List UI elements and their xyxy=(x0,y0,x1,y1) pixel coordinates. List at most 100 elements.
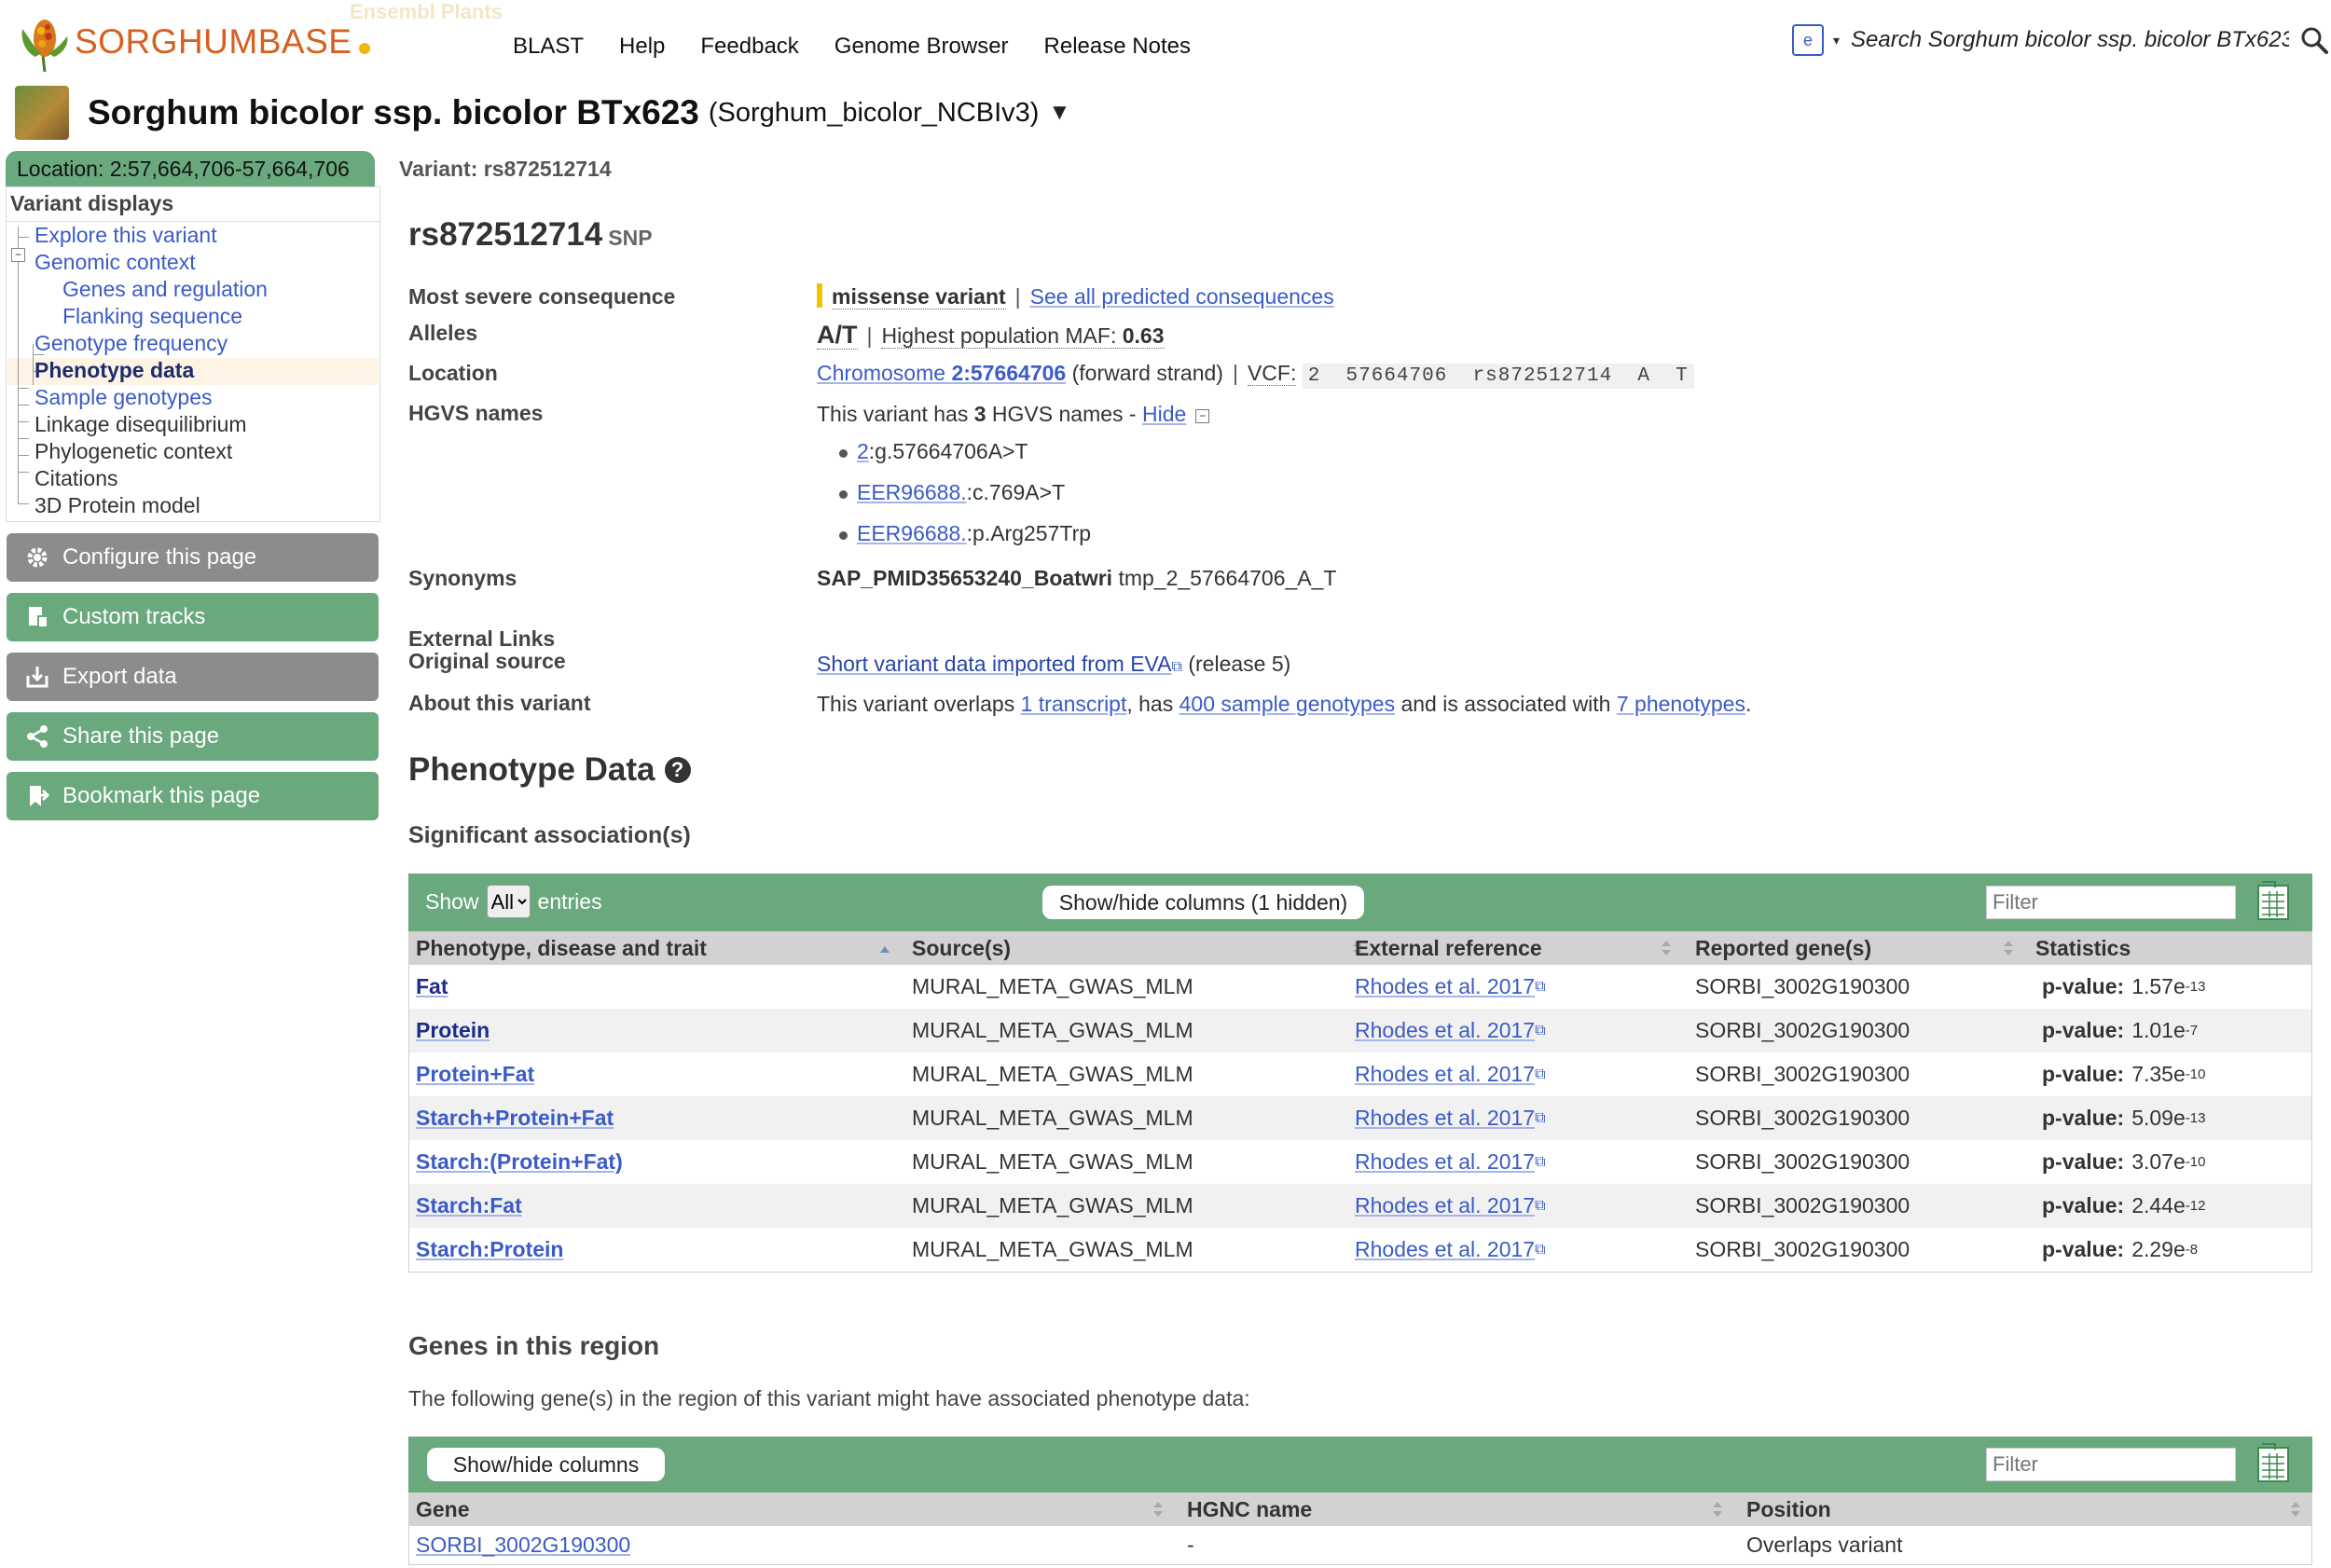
reference-link[interactable]: Rhodes et al. 2017 xyxy=(1355,1149,1535,1175)
col-statistics[interactable]: Statistics xyxy=(2035,931,2131,965)
about-variant-value: This variant overlaps 1 transcript, has … xyxy=(817,692,1752,716)
reference-link[interactable]: Rhodes et al. 2017 xyxy=(1355,974,1535,999)
hgvs-hide-link[interactable]: Hide xyxy=(1142,402,1186,426)
most-severe-value: missense variant | See all predicted conse… xyxy=(817,283,1334,309)
brand-name: SORGHUMBASE xyxy=(75,22,352,61)
reference-link[interactable]: Rhodes et al. 2017 xyxy=(1355,1018,1535,1043)
original-source-value: Short variant data imported from EVA⧉ (r… xyxy=(817,652,1291,676)
sidebar-item-genes-regulation[interactable]: Genes and regulation xyxy=(62,277,268,302)
see-all-consequences-link[interactable]: See all predicted consequences xyxy=(1030,284,1334,309)
trait-link[interactable]: Starch:(Protein+Fat) xyxy=(416,1149,623,1175)
species-dropdown-icon[interactable]: ▼ xyxy=(1048,100,1070,126)
genes-filter-input[interactable] xyxy=(1986,1448,2236,1481)
nav-feedback[interactable]: Feedback xyxy=(700,34,798,60)
col-source[interactable]: Source(s) xyxy=(912,931,1011,965)
reference-link[interactable]: Rhodes et al. 2017 xyxy=(1355,1062,1535,1087)
significant-associations-heading: Significant association(s) xyxy=(408,822,691,848)
phenotypes-link[interactable]: 7 phenotypes xyxy=(1617,692,1745,716)
reference-link[interactable]: Rhodes et al. 2017 xyxy=(1355,1106,1535,1131)
sidebar-item-genomic-context[interactable]: Genomic context xyxy=(34,250,196,275)
sort-asc-icon[interactable] xyxy=(879,937,890,959)
genes-table-toolbar: Show/hide columns xyxy=(408,1437,2312,1492)
col-gene[interactable]: Gene xyxy=(416,1492,470,1526)
genes-show-hide-columns-button[interactable]: Show/hide columns xyxy=(427,1448,665,1481)
share-page-button[interactable]: Share this page xyxy=(7,712,379,761)
search-source-icon[interactable]: e xyxy=(1792,24,1824,56)
gear-icon xyxy=(25,545,49,570)
phenotype-table-header: Phenotype, disease and trait Source(s) E… xyxy=(408,931,2312,965)
help-icon[interactable]: ? xyxy=(664,757,691,783)
transcript-link[interactable]: 1 transcript xyxy=(1021,692,1127,716)
collapse-icon[interactable]: − xyxy=(1195,409,1210,423)
external-link-icon: ⧉ xyxy=(1171,659,1182,675)
spreadsheet-export-icon[interactable] xyxy=(2256,1442,2290,1483)
nav-genome-browser[interactable]: Genome Browser xyxy=(834,34,1009,60)
trait-link[interactable]: Protein xyxy=(416,1018,490,1043)
collapse-icon[interactable]: − xyxy=(11,248,25,262)
col-reported-genes[interactable]: Reported gene(s) xyxy=(1695,931,1871,965)
show-hide-columns-button[interactable]: Show/hide columns (1 hidden) xyxy=(1042,886,1364,919)
col-external-reference[interactable]: External reference xyxy=(1355,931,1542,965)
bullet-icon xyxy=(839,490,848,499)
synonyms-label: Synonyms xyxy=(408,566,517,590)
col-phenotype[interactable]: Phenotype, disease and trait xyxy=(416,931,707,965)
species-header: Sorghum bicolor ssp. bicolor BTx623 (Sor… xyxy=(15,86,1070,140)
sidebar-item-genotype-frequency[interactable]: Genotype frequency xyxy=(34,331,228,356)
sort-icon[interactable] xyxy=(1712,1498,1723,1520)
col-hgnc-name[interactable]: HGNC name xyxy=(1187,1492,1312,1526)
sidebar-item-explore-variant[interactable]: Explore this variant xyxy=(34,223,217,248)
trait-link[interactable]: Starch:Protein xyxy=(416,1237,563,1262)
gene-link[interactable]: SORBI_3002G190300 xyxy=(416,1533,630,1558)
bookmark-page-button[interactable]: Bookmark this page xyxy=(7,772,379,820)
chromosome-link[interactable]: Chromosome 2:57664706 xyxy=(817,361,1066,385)
location-label: Location xyxy=(408,361,498,385)
nav-release-notes[interactable]: Release Notes xyxy=(1044,34,1191,60)
trait-link[interactable]: Protein+Fat xyxy=(416,1062,534,1087)
search-input[interactable] xyxy=(1849,26,2292,54)
synonyms-value: SAP_PMID35653240_Boatwri tmp_2_57664706_… xyxy=(817,566,1337,590)
external-link-icon: ⧉ xyxy=(1535,1109,1546,1126)
chevron-down-icon[interactable]: ▾ xyxy=(1833,33,1840,48)
bookmark-icon xyxy=(25,784,49,808)
phenotype-data-heading: Phenotype Data ? xyxy=(408,751,691,789)
sidebar-item-3d-protein-model: 3D Protein model xyxy=(34,493,200,517)
reference-link[interactable]: Rhodes et al. 2017 xyxy=(1355,1193,1535,1218)
alleles-value: A/T | Highest population MAF: 0.63 xyxy=(817,321,1165,350)
configure-page-button[interactable]: Configure this page xyxy=(7,533,379,582)
entries-select[interactable]: All xyxy=(486,885,531,918)
bullet-icon xyxy=(839,531,848,540)
sample-genotypes-link[interactable]: 400 sample genotypes xyxy=(1179,692,1395,716)
share-icon xyxy=(25,724,49,749)
table-row: Starch:Protein MURAL_META_GWAS_MLM Rhode… xyxy=(416,1237,2199,1262)
custom-tracks-button[interactable]: Custom tracks xyxy=(7,593,379,641)
trait-link[interactable]: Fat xyxy=(416,974,448,999)
hgvs-name-2: EER96688.:c.769A>T xyxy=(857,480,1066,504)
location-value: Chromosome 2:57664706 (forward strand) | V… xyxy=(817,361,1694,389)
reference-link[interactable]: Rhodes et al. 2017 xyxy=(1355,1237,1535,1262)
sort-icon[interactable] xyxy=(1152,1498,1164,1520)
sort-icon[interactable] xyxy=(1661,937,1672,959)
sidebar-item-phenotype-data[interactable]: Phenotype data xyxy=(34,358,194,383)
consequence-color-swatch xyxy=(817,283,822,308)
alleles-label: Alleles xyxy=(408,321,478,345)
sidebar-item-citations: Citations xyxy=(34,466,118,490)
sidebar-item-sample-genotypes[interactable]: Sample genotypes xyxy=(34,385,213,410)
spreadsheet-export-icon[interactable] xyxy=(2256,880,2290,921)
trait-link[interactable]: Starch:Fat xyxy=(416,1193,522,1218)
sort-icon[interactable] xyxy=(2003,937,2014,959)
export-data-button[interactable]: Export data xyxy=(7,653,379,701)
hgvs-label: HGVS names xyxy=(408,401,544,425)
phenotype-filter-input[interactable] xyxy=(1986,886,2236,919)
nav-blast[interactable]: BLAST xyxy=(513,34,584,60)
nav-help[interactable]: Help xyxy=(619,34,665,60)
sorghumbase-logo[interactable]: SORGHUMBASE xyxy=(17,9,371,75)
search-icon[interactable] xyxy=(2300,26,2329,54)
variant-id: rs872512714 xyxy=(408,216,603,253)
eva-link[interactable]: Short variant data imported from EVA xyxy=(817,652,1172,676)
location-tab[interactable]: Location: 2:57,664,706-57,664,706 xyxy=(6,151,375,186)
sort-icon[interactable] xyxy=(2290,1498,2301,1520)
trait-link[interactable]: Starch+Protein+Fat xyxy=(416,1106,614,1131)
breadcrumb: Variant: rs872512714 xyxy=(399,157,612,181)
col-position[interactable]: Position xyxy=(1746,1492,1831,1526)
sidebar-item-flanking-sequence[interactable]: Flanking sequence xyxy=(62,304,242,329)
